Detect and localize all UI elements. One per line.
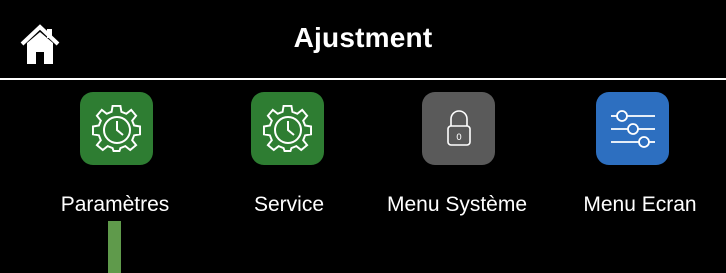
svg-text:0: 0: [456, 133, 462, 143]
menu-systeme-icon-box: 0: [422, 92, 495, 165]
menu-tile-service[interactable]: Service: [209, 92, 369, 222]
menu-tile-menu-systeme[interactable]: 0 Menu Système: [377, 92, 537, 222]
header-divider: [0, 78, 726, 80]
menu-tile-label: Menu Système: [386, 193, 528, 216]
sliders-icon: [610, 109, 655, 148]
lock-icon: 0: [446, 109, 471, 146]
menu-tile-label: Paramètres: [60, 193, 170, 216]
settings-clock-icon: [262, 104, 312, 152]
menu-ecran-icon-box: [596, 92, 669, 165]
menu-tile-label: Service: [253, 193, 325, 216]
selection-indicator: [108, 221, 121, 273]
parametres-icon-box: [80, 92, 153, 165]
header-bar: Ajustment: [0, 0, 726, 78]
menu-tile-parametres[interactable]: Paramètres: [35, 92, 195, 222]
menu-tile-label: Menu Ecran: [583, 193, 697, 216]
service-icon-box: [251, 92, 324, 165]
settings-clock-icon: [91, 104, 141, 152]
menu-tile-menu-ecran[interactable]: Menu Ecran: [560, 92, 720, 222]
page-title: Ajustment: [293, 22, 433, 53]
